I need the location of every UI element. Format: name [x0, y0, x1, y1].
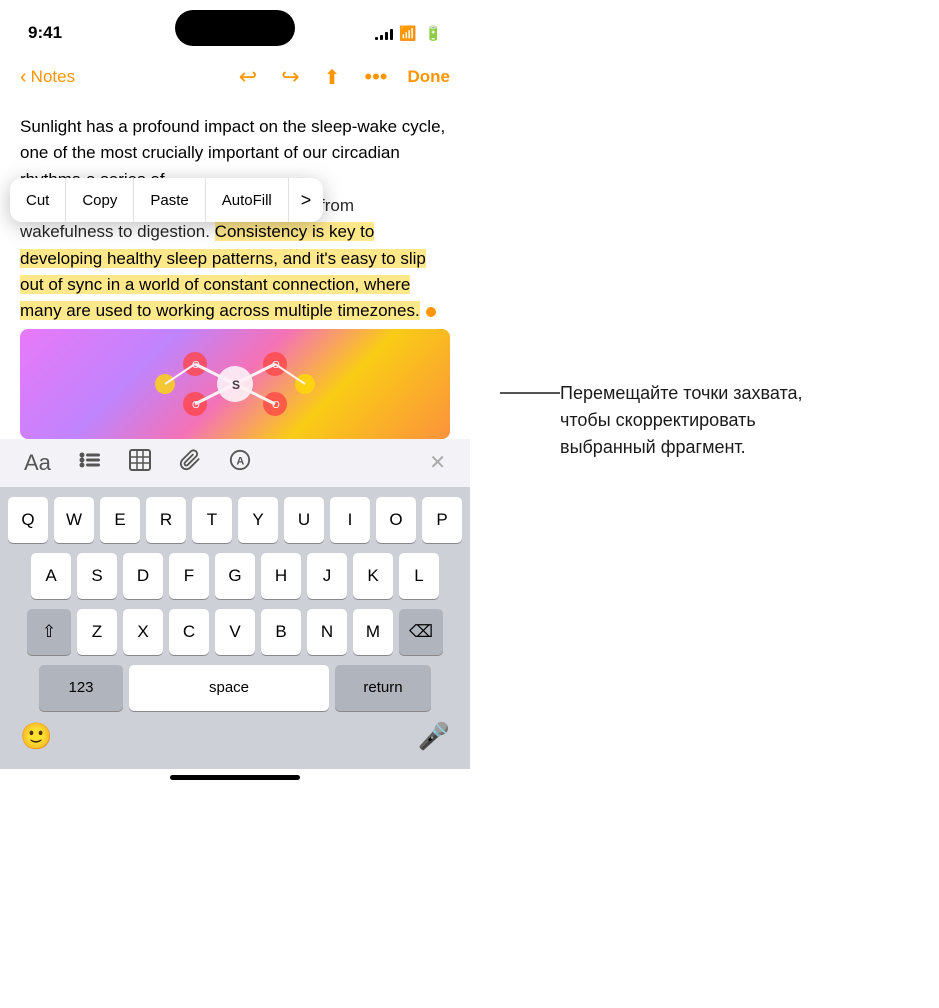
key-N[interactable]: N	[307, 609, 347, 655]
emoji-button[interactable]: 🙂	[20, 721, 52, 752]
key-A[interactable]: A	[31, 553, 71, 599]
space-key[interactable]: space	[129, 665, 329, 711]
markup-icon: A	[229, 449, 251, 471]
key-L[interactable]: L	[399, 553, 439, 599]
annotation: Перемещайте точки захвата,чтобы скоррект…	[500, 380, 909, 461]
table-icon	[129, 449, 151, 471]
more-button[interactable]: •••	[360, 60, 391, 94]
shift-key[interactable]: ⇧	[27, 609, 71, 655]
svg-text:S: S	[232, 378, 240, 392]
paste-button[interactable]: Paste	[134, 178, 205, 222]
font-button[interactable]: Aa	[24, 450, 51, 476]
status-time: 9:41	[28, 23, 62, 43]
key-U[interactable]: U	[284, 497, 324, 543]
molecule-image: S O O O O	[135, 334, 335, 434]
key-G[interactable]: G	[215, 553, 255, 599]
redo-button[interactable]: ↪	[277, 60, 303, 94]
key-F[interactable]: F	[169, 553, 209, 599]
keyboard-row-1: Q W E R T Y U I O P	[4, 497, 466, 543]
key-S[interactable]: S	[77, 553, 117, 599]
key-B[interactable]: B	[261, 609, 301, 655]
keyboard-bottom: 🙂 🎤	[4, 713, 466, 765]
list-button[interactable]	[79, 451, 101, 475]
markup-button[interactable]: A	[229, 449, 251, 477]
key-P[interactable]: P	[422, 497, 462, 543]
note-content: Cut Copy Paste AutoFill > Sunlight has a…	[0, 102, 470, 439]
back-button[interactable]: ‹ Notes	[20, 66, 75, 89]
battery-icon: 🔋	[425, 25, 442, 42]
copy-button[interactable]: Copy	[66, 178, 134, 222]
cut-button[interactable]: Cut	[10, 178, 66, 222]
keyboard-row-3: ⇧ Z X C V B N M ⌫	[4, 609, 466, 655]
formatting-toolbar: Aa	[0, 439, 470, 487]
svg-text:O: O	[192, 400, 200, 411]
key-C[interactable]: C	[169, 609, 209, 655]
key-X[interactable]: X	[123, 609, 163, 655]
annotation-area: Перемещайте точки захвата,чтобы скоррект…	[470, 0, 939, 1008]
key-T[interactable]: T	[192, 497, 232, 543]
keyboard-row-bottom: 123 space return	[4, 665, 466, 711]
key-Y[interactable]: Y	[238, 497, 278, 543]
signal-icon	[375, 26, 393, 40]
key-K[interactable]: K	[353, 553, 393, 599]
dynamic-island	[175, 10, 295, 46]
key-D[interactable]: D	[123, 553, 163, 599]
note-image[interactable]: S O O O O	[20, 329, 450, 439]
autofill-button[interactable]: AutoFill	[206, 178, 289, 222]
list-icon	[79, 451, 101, 469]
nav-bar: ‹ Notes ↩ ↪ ⬆︎ ••• Done	[0, 52, 470, 102]
attach-button[interactable]	[179, 449, 201, 477]
status-icons: 📶 🔋	[375, 25, 442, 42]
return-key[interactable]: return	[335, 665, 431, 711]
back-label[interactable]: Notes	[31, 67, 75, 87]
keyboard-row-2: A S D F G H J K L	[4, 553, 466, 599]
key-V[interactable]: V	[215, 609, 255, 655]
key-M[interactable]: M	[353, 609, 393, 655]
selection-handle-bottom[interactable]	[426, 307, 436, 317]
undo-button[interactable]: ↩	[235, 60, 261, 94]
keyboard: Q W E R T Y U I O P A S D F G H J K L ⇧ …	[0, 487, 470, 769]
home-indicator	[170, 775, 300, 780]
mic-button[interactable]: 🎤	[418, 721, 450, 752]
wifi-icon: 📶	[399, 25, 416, 42]
back-chevron-icon: ‹	[20, 66, 27, 89]
share-button[interactable]: ⬆︎	[320, 61, 345, 94]
key-E[interactable]: E	[100, 497, 140, 543]
svg-text:O: O	[192, 360, 200, 371]
done-button[interactable]: Done	[408, 67, 451, 87]
toolbar-close-button[interactable]: ✕	[429, 450, 446, 475]
key-H[interactable]: H	[261, 553, 301, 599]
key-W[interactable]: W	[54, 497, 94, 543]
delete-key[interactable]: ⌫	[399, 609, 443, 655]
more-options-button[interactable]: >	[289, 178, 324, 222]
svg-text:O: O	[272, 360, 280, 371]
attach-icon	[179, 449, 201, 471]
key-J[interactable]: J	[307, 553, 347, 599]
key-Q[interactable]: Q	[8, 497, 48, 543]
annotation-line	[500, 392, 560, 394]
annotation-text: Перемещайте точки захвата,чтобы скоррект…	[560, 380, 803, 461]
key-I[interactable]: I	[330, 497, 370, 543]
key-O[interactable]: O	[376, 497, 416, 543]
table-button[interactable]	[129, 449, 151, 477]
svg-text:A: A	[236, 455, 244, 467]
svg-text:O: O	[272, 400, 280, 411]
key-Z[interactable]: Z	[77, 609, 117, 655]
numbers-key[interactable]: 123	[39, 665, 123, 711]
key-R[interactable]: R	[146, 497, 186, 543]
context-menu: Cut Copy Paste AutoFill >	[10, 178, 323, 222]
